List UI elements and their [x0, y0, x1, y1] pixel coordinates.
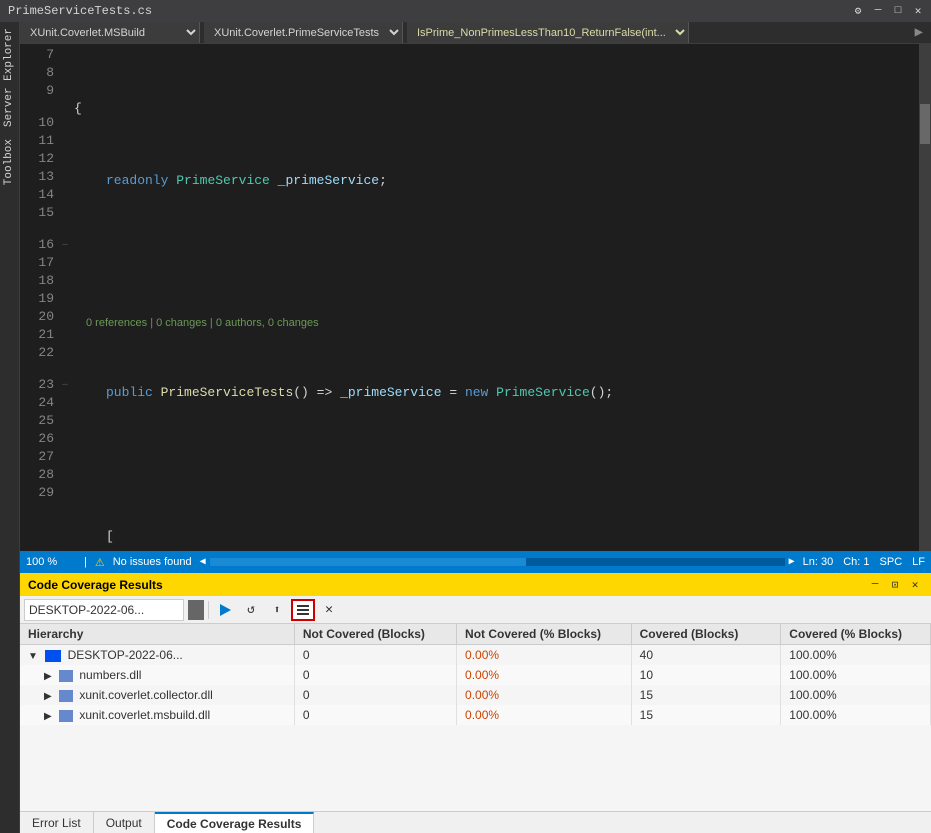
code-content: 7 8 9 10 11 12 13 14 15 16 17 18 19 20	[20, 44, 931, 551]
editor-scrollbar[interactable]	[919, 44, 931, 551]
panel-dock-btn[interactable]: ⊡	[887, 577, 903, 593]
cell-hierarchy: ▼ DESKTOP-2022-06...	[20, 645, 294, 666]
encoding: SPC	[880, 556, 903, 568]
table-row[interactable]: ▼ DESKTOP-2022-06... 0 0.00% 40 100.00%	[20, 645, 931, 666]
code-line-12: [	[74, 528, 919, 546]
run-coverage-btn[interactable]	[213, 599, 237, 621]
toolbox-tab[interactable]: Toolbox	[0, 133, 19, 191]
method-dropdown[interactable]: IsPrime_NonPrimesLessThan10_ReturnFalse(…	[407, 22, 689, 43]
server-explorer-tab[interactable]: Server Explorer	[0, 22, 19, 133]
th-covered-blocks[interactable]: Covered (Blocks)	[631, 624, 781, 645]
table-row[interactable]: ▶ numbers.dll 0 0.00% 10 100.00%	[20, 665, 931, 685]
th-hierarchy[interactable]: Hierarchy	[20, 624, 294, 645]
cell-hierarchy: ▶ xunit.coverlet.collector.dll	[20, 685, 294, 705]
close-button[interactable]: ✕	[909, 2, 927, 20]
clear-btn[interactable]: ✕	[317, 599, 341, 621]
tab-code-coverage[interactable]: Code Coverage Results	[155, 812, 315, 833]
tab-error-list[interactable]: Error List	[20, 812, 94, 833]
minimize-button[interactable]: ─	[869, 2, 887, 20]
cell-not-covered-pct: 0.00%	[457, 645, 632, 666]
col-info: Ch: 1	[843, 556, 869, 568]
cell-not-covered-pct: 0.00%	[457, 705, 632, 725]
main-area: Server Explorer Toolbox XUnit.Coverlet.M…	[0, 22, 931, 833]
table-row[interactable]: ▶ xunit.coverlet.collector.dll 0 0.00% 1…	[20, 685, 931, 705]
code-lines[interactable]: { readonly PrimeService _primeService; 0…	[74, 44, 919, 551]
line-info: Ln: 30	[803, 556, 834, 568]
code-line-11	[74, 456, 919, 474]
coverage-table: Hierarchy Not Covered (Blocks) Not Cover…	[20, 624, 931, 725]
line-ending: LF	[912, 556, 925, 568]
cell-not-covered: 0	[294, 645, 456, 666]
cell-hierarchy: ▶ xunit.coverlet.msbuild.dll	[20, 705, 294, 725]
cell-hierarchy: ▶ numbers.dll	[20, 665, 294, 685]
code-line-7: {	[74, 100, 919, 118]
format-btn[interactable]	[291, 599, 315, 621]
coverage-table-body: ▼ DESKTOP-2022-06... 0 0.00% 40 100.00% …	[20, 645, 931, 726]
cell-covered-pct: 100.00%	[781, 705, 931, 725]
left-sidebar: Server Explorer Toolbox	[0, 22, 20, 833]
title-bar-filename: PrimeServiceTests.cs	[8, 4, 152, 18]
cell-covered: 40	[631, 645, 781, 666]
expand-btn[interactable]: ▶	[44, 711, 52, 722]
status-warning: ⚠	[95, 556, 105, 569]
code-line-8: readonly PrimeService _primeService;	[74, 172, 919, 190]
tab-right-area: ▶	[911, 22, 931, 43]
settings-button[interactable]: ⚙	[849, 2, 867, 20]
panel-pin-btn[interactable]: ─	[867, 577, 883, 593]
table-header-row: Hierarchy Not Covered (Blocks) Not Cover…	[20, 624, 931, 645]
cell-covered-pct: 100.00%	[781, 645, 931, 666]
line-numbers: 7 8 9 10 11 12 13 14 15 16 17 18 19 20	[20, 44, 60, 551]
tab-scroll-right[interactable]: ▶	[911, 24, 927, 41]
tab-bar: XUnit.Coverlet.MSBuild XUnit.Coverlet.Pr…	[20, 22, 931, 44]
bottom-tab-bar: Error List Output Code Coverage Results	[20, 811, 931, 833]
zoom-level[interactable]: 100 %	[26, 556, 76, 568]
cell-covered: 15	[631, 685, 781, 705]
collapse-16[interactable]: ─	[60, 236, 70, 254]
panel-title-bar: Code Coverage Results ─ ⊡ ✕	[20, 574, 931, 596]
export-btn[interactable]: ⬆	[265, 599, 289, 621]
status-separator1: |	[84, 556, 87, 568]
coverage-filter-input[interactable]	[24, 599, 184, 621]
panel-close-btn[interactable]: ✕	[907, 577, 923, 593]
toolbar-sep1	[208, 601, 209, 619]
code-editor[interactable]: 7 8 9 10 11 12 13 14 15 16 17 18 19 20	[20, 44, 931, 573]
th-covered-pct[interactable]: Covered (% Blocks)	[781, 624, 931, 645]
cell-not-covered: 0	[294, 665, 456, 685]
th-not-covered-blocks[interactable]: Not Covered (Blocks)	[294, 624, 456, 645]
cell-covered-pct: 100.00%	[781, 685, 931, 705]
cell-not-covered-pct: 0.00%	[457, 685, 632, 705]
panel-content: Hierarchy Not Covered (Blocks) Not Cover…	[20, 624, 931, 811]
panel-toolbar: ↺ ⬆ ✕	[20, 596, 931, 624]
code-line-9	[74, 244, 919, 262]
expand-btn[interactable]: ▶	[44, 671, 52, 682]
expand-btn[interactable]: ▼	[28, 651, 38, 662]
collapse-markers: ─ ─	[60, 44, 74, 551]
th-not-covered-pct[interactable]: Not Covered (% Blocks)	[457, 624, 632, 645]
maximize-button[interactable]: □	[889, 2, 907, 20]
status-right: Ln: 30 Ch: 1 SPC LF	[803, 556, 925, 568]
no-issues-text: No issues found	[113, 556, 192, 568]
status-bar: 100 % | ⚠ No issues found ◀ ▶ Ln: 3	[20, 551, 931, 573]
title-bar: PrimeServiceTests.cs ⚙ ─ □ ✕	[0, 0, 931, 22]
cell-covered-pct: 100.00%	[781, 665, 931, 685]
cell-not-covered: 0	[294, 705, 456, 725]
expand-btn[interactable]: ▶	[44, 691, 52, 702]
table-row[interactable]: ▶ xunit.coverlet.msbuild.dll 0 0.00% 15 …	[20, 705, 931, 725]
cell-covered: 15	[631, 705, 781, 725]
code-line-10: public PrimeServiceTests() => _primeServ…	[74, 384, 919, 402]
editor-container: XUnit.Coverlet.MSBuild XUnit.Coverlet.Pr…	[20, 22, 931, 833]
panel-title: Code Coverage Results	[28, 578, 863, 592]
collapse-23[interactable]: ─	[60, 376, 70, 394]
scrollbar-thumb[interactable]	[920, 104, 930, 144]
rerun-coverage-btn[interactable]: ↺	[239, 599, 263, 621]
tab-output[interactable]: Output	[94, 812, 155, 833]
hint-row-1: 0 references | 0 changes | 0 authors, 0 …	[74, 316, 919, 330]
class-dropdown[interactable]: XUnit.Coverlet.PrimeServiceTests	[204, 22, 403, 43]
project-dropdown[interactable]: XUnit.Coverlet.MSBuild	[20, 22, 200, 43]
cell-covered: 10	[631, 665, 781, 685]
cell-not-covered-pct: 0.00%	[457, 665, 632, 685]
cell-not-covered: 0	[294, 685, 456, 705]
code-coverage-panel: Code Coverage Results ─ ⊡ ✕ ↺ ⬆	[20, 573, 931, 833]
